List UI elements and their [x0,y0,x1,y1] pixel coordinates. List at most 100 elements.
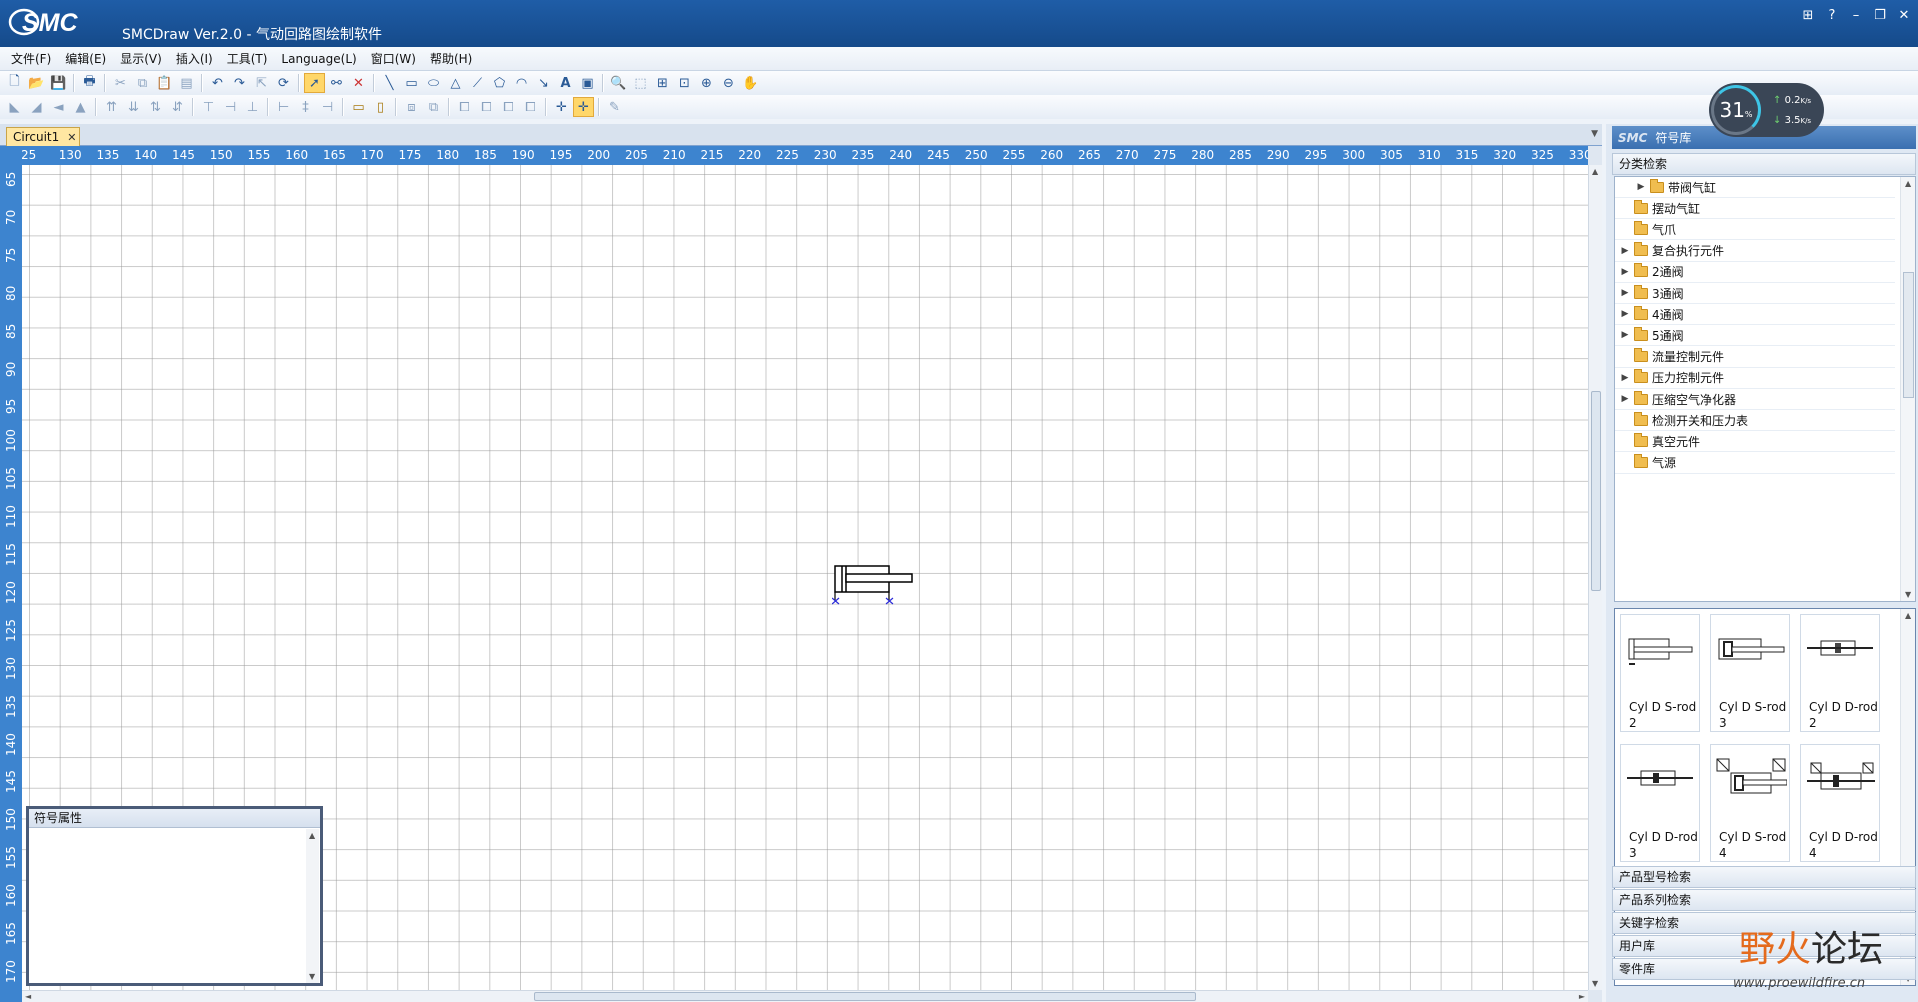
cylinder-symbol[interactable] [832,558,932,608]
redo-icon[interactable]: ↷ [229,73,250,93]
tree-item[interactable]: ▶ 复合执行元件 [1615,241,1895,262]
canvas-vertical-scrollbar[interactable]: ▲ ▼ [1588,165,1602,990]
polygon-icon[interactable]: ⬠ [489,73,510,93]
arc-icon[interactable]: ◠ [511,73,532,93]
same-height-icon[interactable]: ▯ [370,97,391,117]
new-icon[interactable]: 🗋 [4,73,25,93]
scroll-down-icon[interactable]: ▼ [1592,979,1598,988]
gallery-symbol-item[interactable]: Cyl D S-rod 2 [1620,614,1700,732]
minimize-icon[interactable]: – [1848,8,1864,23]
align-right-icon[interactable]: ⊣ [317,97,338,117]
expand-arrow-icon[interactable]: ▶ [1619,267,1631,277]
tree-item[interactable]: ▶ 压力控制元件 [1615,368,1895,389]
tree-item[interactable]: 气源 [1615,453,1895,474]
scroll-up-icon[interactable]: ▲ [309,831,315,840]
print-icon[interactable]: 🖶 [79,73,100,93]
align-bottom-icon[interactable]: ⊥ [242,97,263,117]
expand-arrow-icon[interactable]: ▶ [1619,309,1631,319]
backward-icon[interactable]: ⇵ [167,97,188,117]
crosshair-icon[interactable]: ✛ [551,97,572,117]
menu-insert[interactable]: 插入(I) [169,50,220,67]
open-icon[interactable]: 📂 [26,73,47,93]
triangle-icon[interactable]: △ [445,73,466,93]
canvas-horizontal-scrollbar[interactable]: ◄ ► [22,990,1588,1002]
properties-scrollbar[interactable]: ▲ ▼ [306,829,319,983]
scroll-down-icon[interactable]: ▼ [309,972,315,981]
expand-arrow-icon[interactable]: ▶ [1635,182,1647,192]
ungroup-icon[interactable]: ⧉ [423,97,444,117]
scroll-right-icon[interactable]: ► [1579,992,1585,1001]
scroll-up-icon[interactable]: ▲ [1905,611,1911,620]
tree-item[interactable]: ▶ 压缩空气净化器 [1615,389,1895,410]
gallery-symbol-item[interactable]: Cyl D S-rod 3 [1710,614,1790,732]
tree-item[interactable]: ▶ 带阀气缸 [1615,177,1895,198]
tree-item[interactable]: ▶ 2通阀 [1615,262,1895,283]
forward-icon[interactable]: ⇅ [145,97,166,117]
distribute-v-icon[interactable]: ⧠ [476,97,497,117]
tree-item[interactable]: 摆动气缸 [1615,198,1895,220]
menu-help[interactable]: 帮助(H) [423,50,479,67]
connect-icon[interactable]: ⚯ [326,73,347,93]
ellipse-icon[interactable]: ⬭ [423,73,444,93]
expand-arrow-icon[interactable]: ▶ [1619,288,1631,298]
tree-item[interactable]: ▶ 4通阀 [1615,304,1895,326]
zoom-icon[interactable]: 🔍 [608,73,629,93]
restore-icon[interactable]: ❐ [1872,8,1888,23]
scroll-up-icon[interactable]: ▲ [1905,179,1911,188]
rectangle-icon[interactable]: ▭ [401,73,422,93]
zoom-fit-icon[interactable]: ⊞ [652,73,673,93]
tree-item[interactable]: ▶ 3通阀 [1615,283,1895,304]
menu-tools[interactable]: 工具(T) [220,50,275,67]
export-icon[interactable]: ⇱ [251,73,272,93]
tree-item[interactable]: ▶ 5通阀 [1615,325,1895,347]
arrow-icon[interactable]: ↘ [533,73,554,93]
rotate-left-icon[interactable]: ◣ [4,97,25,117]
pointer-icon[interactable]: ➚ [304,73,325,93]
send-back-icon[interactable]: ⇊ [123,97,144,117]
group-icon[interactable]: ⧈ [401,97,422,117]
zoom-page-icon[interactable]: ⊡ [674,73,695,93]
help-icon[interactable]: ? [1824,8,1840,23]
tree-scrollbar[interactable]: ▲ ▼ [1900,177,1915,601]
model-search-section[interactable]: 产品型号检索 [1612,866,1916,888]
delete-icon[interactable]: ✕ [348,73,369,93]
scroll-down-icon[interactable]: ▼ [1905,590,1911,599]
distribute-icon[interactable]: ⧠ [454,97,475,117]
flip-v-icon[interactable]: ▲ [70,97,91,117]
rotate-right-icon[interactable]: ◢ [26,97,47,117]
tree-item[interactable]: 气爪 [1615,219,1895,241]
line-icon[interactable]: ╲ [379,73,400,93]
network-speed-widget[interactable]: 31% ↑ 0.2K/s ↓ 3.5K/s [1709,83,1824,137]
scroll-thumb[interactable] [534,992,1196,1001]
scroll-thumb[interactable] [1591,391,1601,591]
gallery-symbol-item[interactable]: Cyl D S-rod 4 [1710,744,1790,862]
scroll-left-icon[interactable]: ◄ [25,992,31,1001]
polyline-icon[interactable]: ⟋ [467,73,488,93]
save-icon[interactable]: 💾 [48,73,69,93]
undo-icon[interactable]: ↶ [207,73,228,93]
gallery-symbol-item[interactable]: Cyl D D-rod 4 [1800,744,1880,862]
bring-front-icon[interactable]: ⇈ [101,97,122,117]
menu-window[interactable]: 窗口(W) [364,50,423,67]
same-width-icon[interactable]: ▭ [348,97,369,117]
gallery-symbol-item[interactable]: Cyl D D-rod 2 [1800,614,1880,732]
pan-hand-icon[interactable]: ✋ [740,73,761,93]
tab-list-icon[interactable]: ▼ [1591,129,1598,139]
zoom-out-icon[interactable]: ⊖ [718,73,739,93]
text-icon[interactable]: A [555,73,576,93]
align-middle-icon[interactable]: ⊣ [220,97,241,117]
tree-item[interactable]: 流量控制元件 [1615,347,1895,368]
paste-special-icon[interactable]: ▤ [176,73,197,93]
layout-icon[interactable]: ⊞ [1800,8,1816,23]
space-v-icon[interactable]: ⧠ [520,97,541,117]
tree-item[interactable]: 真空元件 [1615,431,1895,453]
tree-item[interactable]: 检测开关和压力表 [1615,410,1895,432]
flip-h-icon[interactable]: ◄ [48,97,69,117]
menu-view[interactable]: 显示(V) [113,50,169,67]
expand-arrow-icon[interactable]: ▶ [1619,373,1631,383]
menu-file[interactable]: 文件(F) [4,50,58,67]
expand-arrow-icon[interactable]: ▶ [1619,246,1631,256]
menu-edit[interactable]: 编辑(E) [58,50,113,67]
image-icon[interactable]: ▣ [577,73,598,93]
menu-language[interactable]: Language(L) [274,52,363,66]
